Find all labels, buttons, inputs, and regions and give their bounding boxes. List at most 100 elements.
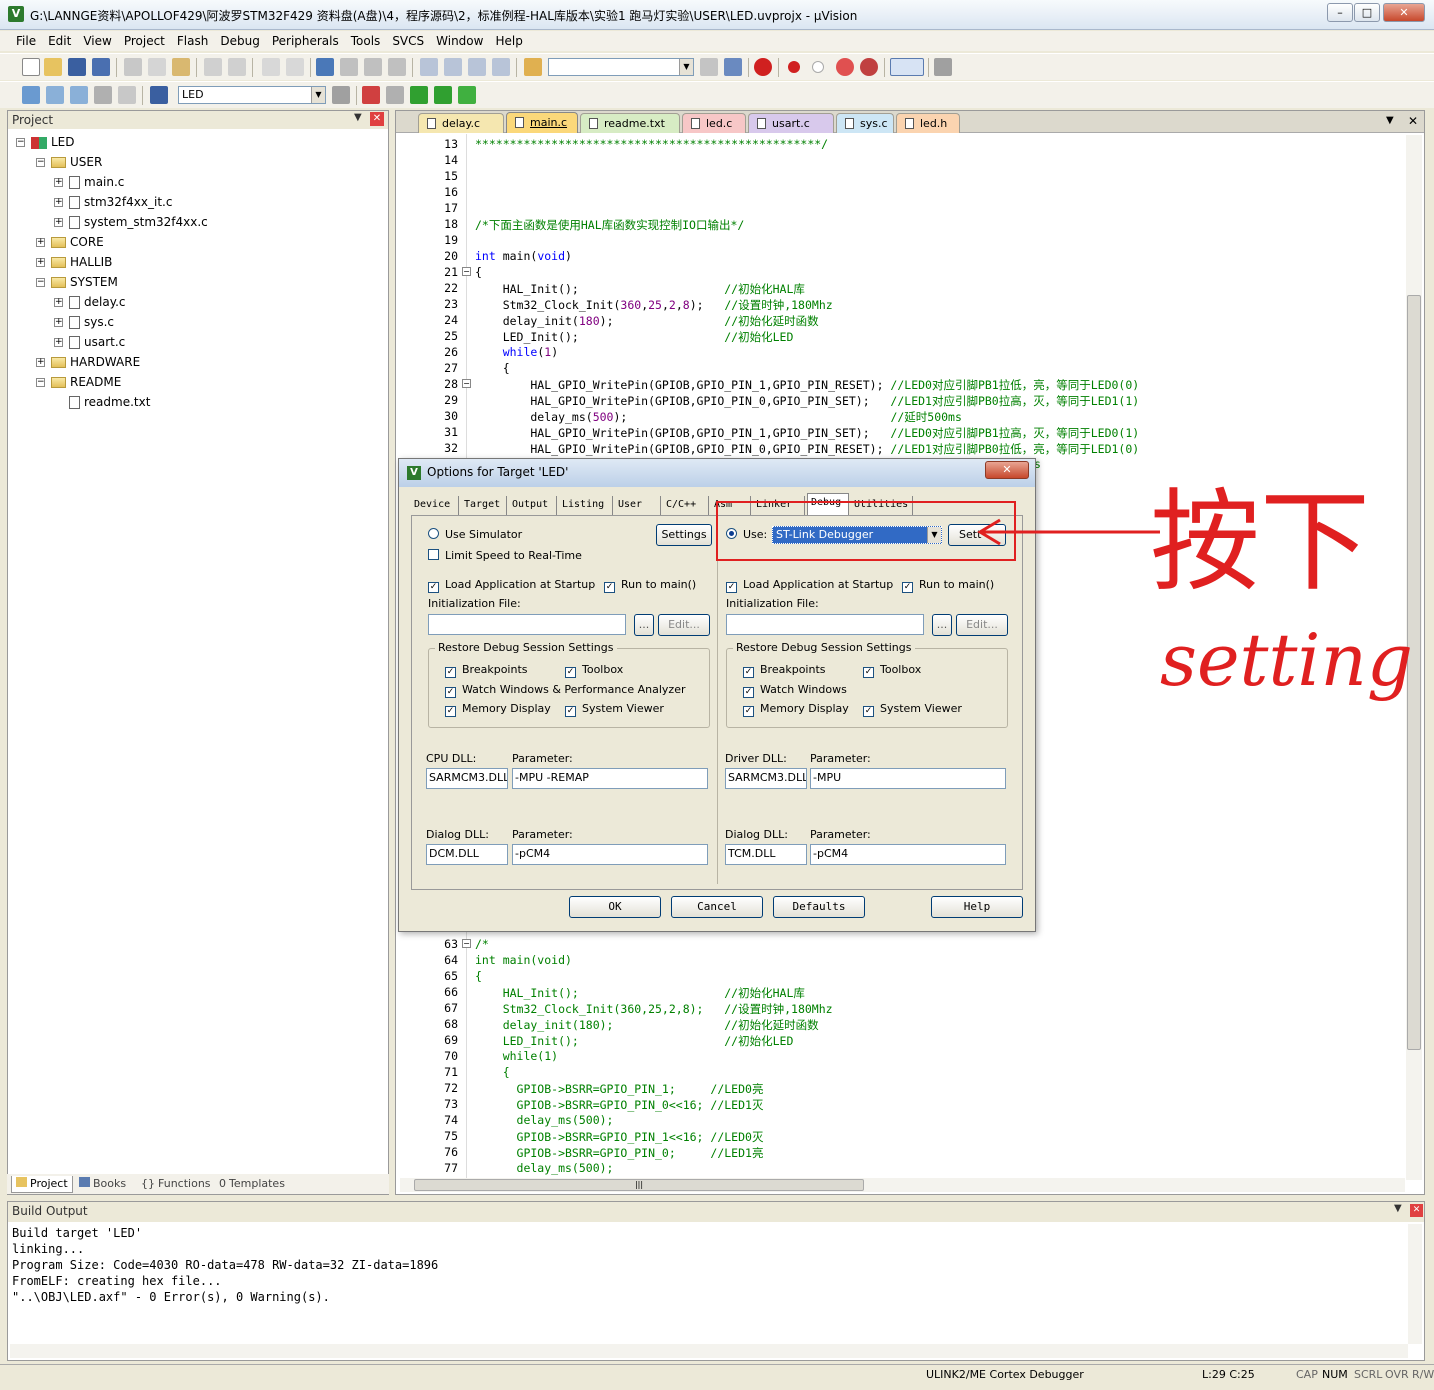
code-line[interactable]: HAL_GPIO_WritePin(GPIOB,GPIO_PIN_1,GPIO_… [475, 377, 1139, 393]
file-tab-readme-txt[interactable]: readme.txt [580, 113, 680, 133]
code-line[interactable]: delay_ms(500); [475, 1113, 614, 1127]
file-tab-sys-c[interactable]: sys.c [836, 113, 894, 133]
save-icon[interactable] [68, 58, 86, 76]
tree-item[interactable]: + delay.c [54, 293, 126, 313]
init-file-input-right[interactable] [726, 614, 924, 635]
tree-item[interactable]: readme.txt [54, 393, 150, 413]
close-panel-icon[interactable]: ✕ [370, 112, 384, 126]
cancel-button[interactable]: Cancel [671, 896, 763, 918]
file-tab-usart-c[interactable]: usart.c [748, 113, 834, 133]
debug-session-icon[interactable] [754, 58, 772, 76]
code-line[interactable]: delay_ms(500); //延时500ms [475, 409, 962, 425]
window-layout-icon[interactable] [890, 58, 924, 76]
menu-window[interactable]: Window [430, 31, 489, 51]
tree-item[interactable]: + system_stm32f4xx.c [54, 213, 208, 233]
menu-tools[interactable]: Tools [345, 31, 387, 51]
file-tab-led-h[interactable]: led.h [896, 113, 960, 133]
menu-debug[interactable]: Debug [214, 31, 265, 51]
code-line[interactable]: int main(void) [475, 249, 572, 263]
kill-breakpoints-icon[interactable] [860, 58, 878, 76]
sysviewer-checkbox-left[interactable]: ✓ System Viewer [565, 702, 664, 717]
enable-breakpoint-icon[interactable] [812, 61, 824, 73]
indent-icon[interactable] [420, 58, 438, 76]
sysviewer-checkbox-right[interactable]: ✓ System Viewer [863, 702, 962, 717]
memory-checkbox-left[interactable]: ✓ Memory Display [445, 702, 551, 717]
paste-icon[interactable] [172, 58, 190, 76]
use-simulator-radio[interactable]: Use Simulator [428, 528, 522, 541]
file-tab-delay-c[interactable]: delay.c [418, 113, 504, 133]
code-line[interactable]: delay_init(180); //初始化延时函数 [475, 1017, 819, 1033]
file-tab-main-c[interactable]: main.c [506, 112, 578, 133]
find-in-files-icon[interactable] [524, 58, 542, 76]
select-packs-icon[interactable] [434, 86, 452, 104]
code-line[interactable]: delay_ms(500); [475, 1161, 614, 1175]
build-hscrollbar[interactable] [10, 1344, 1408, 1358]
close-tab-icon[interactable]: ✕ [1408, 114, 1418, 128]
menu-svcs[interactable]: SVCS [386, 31, 430, 51]
code-line[interactable]: HAL_Init(); //初始化HAL库 [475, 281, 805, 297]
code-line[interactable]: /*下面主函数是使用HAL库函数实现控制IO口输出*/ [475, 217, 744, 233]
code-line[interactable]: LED_Init(); //初始化LED [475, 329, 794, 345]
search-icon[interactable] [700, 58, 718, 76]
rebuild-icon[interactable] [70, 86, 88, 104]
driver-dll-input[interactable]: SARMCM3.DLL [725, 768, 807, 789]
tree-item[interactable]: + HALLIB [36, 253, 112, 273]
fold-toggle-icon[interactable]: − [462, 379, 471, 388]
manage-components-icon[interactable] [362, 86, 380, 104]
dialog-param-input-left[interactable]: -pCM4 [512, 844, 708, 865]
run-to-main-checkbox-left[interactable]: ✓ Run to main() [604, 578, 696, 593]
code-line[interactable]: GPIOB->BSRR=GPIO_PIN_0; //LED1亮 [475, 1145, 764, 1161]
code-line[interactable]: GPIOB->BSRR=GPIO_PIN_1; //LED0亮 [475, 1081, 764, 1097]
maximize-button[interactable]: □ [1354, 3, 1380, 22]
dialog-tab-user[interactable]: User [615, 496, 661, 515]
init-file-edit-left[interactable]: Edit... [658, 614, 710, 636]
code-line[interactable]: /* [475, 937, 489, 951]
dialog-tab-device[interactable]: Device [411, 496, 459, 515]
breakpoints-checkbox-right[interactable]: ✓ Breakpoints [743, 663, 826, 678]
open-folder-icon[interactable] [44, 58, 62, 76]
find-combo[interactable]: ▼ [548, 58, 694, 76]
help-button[interactable]: Help [931, 896, 1023, 918]
menu-flash[interactable]: Flash [171, 31, 214, 51]
tree-item[interactable]: − SYSTEM [36, 273, 118, 293]
init-file-input-left[interactable] [428, 614, 626, 635]
menu-project[interactable]: Project [118, 31, 171, 51]
fold-toggle-icon[interactable]: − [462, 939, 471, 948]
unindent-icon[interactable] [444, 58, 462, 76]
code-line[interactable]: { [475, 969, 482, 983]
pack-installer-icon[interactable] [410, 86, 428, 104]
dialog-tab-output[interactable]: Output [509, 496, 557, 515]
toolbox-checkbox-left[interactable]: ✓ Toolbox [565, 663, 623, 678]
redo-icon[interactable] [228, 58, 246, 76]
nav-forward-icon[interactable] [286, 58, 304, 76]
stop-build-icon[interactable] [118, 86, 136, 104]
code-line[interactable]: { [475, 265, 482, 279]
fold-toggle-icon[interactable]: − [462, 267, 471, 276]
dialog-param-input-right[interactable]: -pCM4 [810, 844, 1006, 865]
watch-checkbox-left[interactable]: ✓ Watch Windows & Performance Analyzer [445, 683, 686, 698]
code-line[interactable]: int main(void) [475, 953, 572, 967]
tree-item[interactable]: + usart.c [54, 333, 125, 353]
code-line[interactable]: { [475, 1065, 510, 1079]
menu-peripherals[interactable]: Peripherals [266, 31, 345, 51]
tree-item[interactable]: + main.c [54, 173, 124, 193]
dialog-tab-target[interactable]: Target [461, 496, 507, 515]
next-bookmark-icon[interactable] [364, 58, 382, 76]
tab-templates[interactable]: 0 Templates [215, 1176, 289, 1193]
dialog-tab-cc[interactable]: C/C++ [663, 496, 709, 515]
code-line[interactable]: while(1) [475, 345, 558, 359]
menu-view[interactable]: View [77, 31, 117, 51]
load-app-checkbox-left[interactable]: ✓ Load Application at Startup [428, 578, 595, 593]
code-line[interactable]: while(1) [475, 1049, 558, 1063]
copy-icon[interactable] [148, 58, 166, 76]
cut-icon[interactable] [124, 58, 142, 76]
tree-item[interactable]: − LED [16, 133, 75, 153]
close-button[interactable]: ✕ [1383, 3, 1425, 22]
translate-icon[interactable] [22, 86, 40, 104]
tabs-dropdown-icon[interactable]: ▼ [1386, 115, 1394, 126]
code-line[interactable]: HAL_Init(); //初始化HAL库 [475, 985, 805, 1001]
load-app-checkbox-right[interactable]: ✓ Load Application at Startup [726, 578, 893, 593]
cpu-dll-input[interactable]: SARMCM3.DLL [426, 768, 508, 789]
undo-icon[interactable] [204, 58, 222, 76]
tree-item[interactable]: + sys.c [54, 313, 114, 333]
